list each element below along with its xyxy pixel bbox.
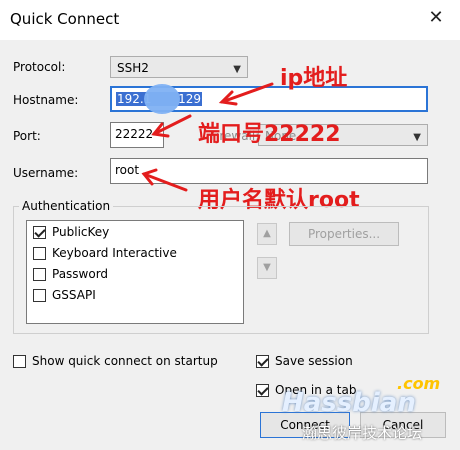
move-down-button[interactable]: ▼: [257, 257, 277, 279]
annotation-arrows: [141, 82, 274, 192]
auth-method-list[interactable]: PublicKey Keyboard Interactive Password …: [26, 220, 244, 324]
checkbox-save-session[interactable]: [256, 355, 269, 368]
watermark-brand: Hassbian: [282, 388, 416, 418]
show-quick-connect-option[interactable]: Show quick connect on startup: [13, 354, 218, 368]
triangle-up-icon: ▲: [263, 228, 271, 239]
move-up-button[interactable]: ▲: [257, 223, 277, 245]
watermark-cn: 瀚思彼岸技术论坛: [302, 424, 423, 442]
triangle-down-icon: ▼: [263, 262, 271, 273]
list-item-label: Password: [52, 267, 109, 281]
show-quick-connect-label: Show quick connect on startup: [32, 354, 218, 368]
checkbox-publickey[interactable]: [33, 226, 46, 239]
checkbox-keyboard-interactive[interactable]: [33, 247, 46, 260]
annotation-ip: ip地址: [280, 66, 348, 91]
checkbox-open-in-tab[interactable]: [256, 384, 269, 397]
list-item[interactable]: Password: [33, 264, 108, 284]
annotation-port: 端口号22222: [198, 122, 341, 147]
list-item-label: GSSAPI: [52, 288, 96, 302]
properties-button[interactable]: Properties...: [289, 222, 399, 246]
list-item-label: PublicKey: [52, 225, 110, 239]
authentication-title: Authentication: [19, 199, 114, 213]
checkbox-show-quick-connect[interactable]: [13, 355, 26, 368]
save-session-label: Save session: [275, 354, 353, 368]
list-item[interactable]: GSSAPI: [33, 285, 96, 305]
list-item-label: Keyboard Interactive: [52, 246, 177, 260]
checkbox-gssapi[interactable]: [33, 289, 46, 302]
checkbox-password[interactable]: [33, 268, 46, 281]
list-item[interactable]: PublicKey: [33, 222, 109, 242]
list-item[interactable]: Keyboard Interactive: [33, 243, 177, 263]
save-session-option[interactable]: Save session: [256, 354, 353, 368]
